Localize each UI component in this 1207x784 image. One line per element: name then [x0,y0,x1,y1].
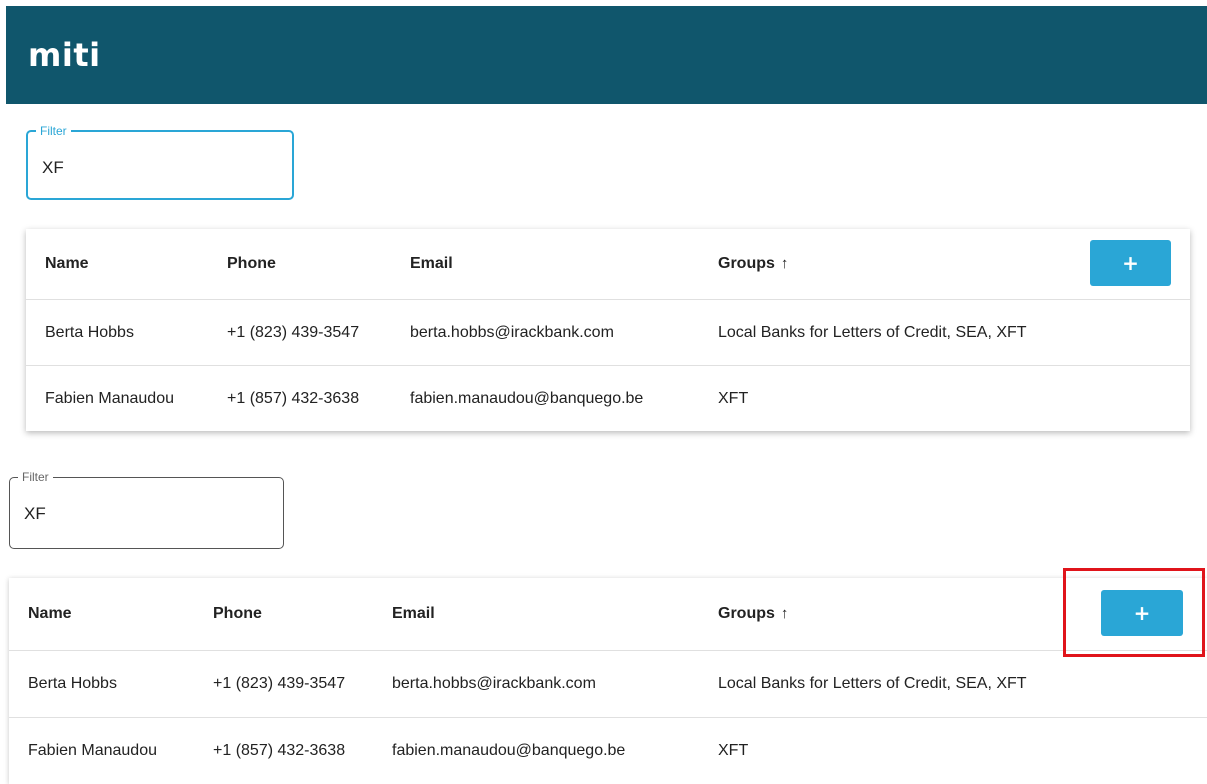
table-row[interactable]: Berta Hobbs +1 (823) 439-3547 berta.hobb… [26,299,1190,365]
contact-phone: +1 (823) 439-3547 [227,323,360,341]
filter-field[interactable]: Filter [9,470,284,549]
table-row[interactable]: Fabien Manaudou +1 (857) 432-3638 fabien… [9,717,1207,784]
add-contact-button[interactable]: + [1090,240,1171,286]
arrow-up-icon: ↑ [780,255,789,272]
column-header-name[interactable]: Name [45,254,215,274]
contact-email: berta.hobbs@irackbank.com [392,675,596,692]
logo[interactable]: miti [28,36,101,74]
table-header: Name Phone Email Groups ↑ + [26,229,1190,299]
filter-field[interactable]: Filter [26,124,294,200]
column-header-groups[interactable]: Groups ↑ [718,604,1078,624]
contact-groups: Local Banks for Letters of Credit, SEA, … [718,675,1027,692]
contact-phone: +1 (857) 432-3638 [227,389,360,407]
filter-label: Filter [18,470,53,484]
table-row[interactable]: Fabien Manaudou +1 (857) 432-3638 fabien… [26,365,1190,431]
contact-groups: XFT [718,742,749,759]
contact-groups: XFT [718,389,749,407]
table-row[interactable]: Berta Hobbs +1 (823) 439-3547 berta.hobb… [9,650,1207,717]
contact-email: fabien.manaudou@banquego.be [410,389,644,407]
column-header-email[interactable]: Email [410,254,700,274]
arrow-up-icon: ↑ [780,605,789,622]
contacts-table: Name Phone Email Groups ↑ + Berta Hobbs +… [26,229,1190,431]
filter-label: Filter [36,124,71,138]
contact-name: Fabien Manaudou [45,389,174,407]
filter-input[interactable] [24,502,244,526]
contact-phone: +1 (857) 432-3638 [213,742,346,759]
contact-name: Berta Hobbs [28,675,117,692]
contact-name: Fabien Manaudou [28,742,157,759]
column-header-email[interactable]: Email [392,604,682,624]
column-header-name[interactable]: Name [28,604,198,624]
column-header-phone[interactable]: Phone [213,604,363,624]
contact-email: fabien.manaudou@banquego.be [392,742,626,759]
filter-input[interactable] [42,156,262,180]
plus-icon: + [1122,251,1139,275]
contacts-table: Name Phone Email Groups ↑ + Berta Hobbs +… [9,578,1207,784]
add-contact-button[interactable]: + [1101,590,1183,636]
column-header-groups-label: Groups [718,605,775,622]
column-header-groups[interactable]: Groups ↑ [718,254,1078,274]
contact-groups: Local Banks for Letters of Credit, SEA, … [718,323,1027,341]
contact-phone: +1 (823) 439-3547 [213,675,346,692]
plus-icon: + [1133,601,1151,625]
contact-name: Berta Hobbs [45,323,134,341]
contact-email: berta.hobbs@irackbank.com [410,323,614,341]
app-header: miti [6,6,1207,104]
column-header-phone[interactable]: Phone [227,254,377,274]
table-header: Name Phone Email Groups ↑ + [9,578,1207,650]
column-header-groups-label: Groups [718,255,775,272]
